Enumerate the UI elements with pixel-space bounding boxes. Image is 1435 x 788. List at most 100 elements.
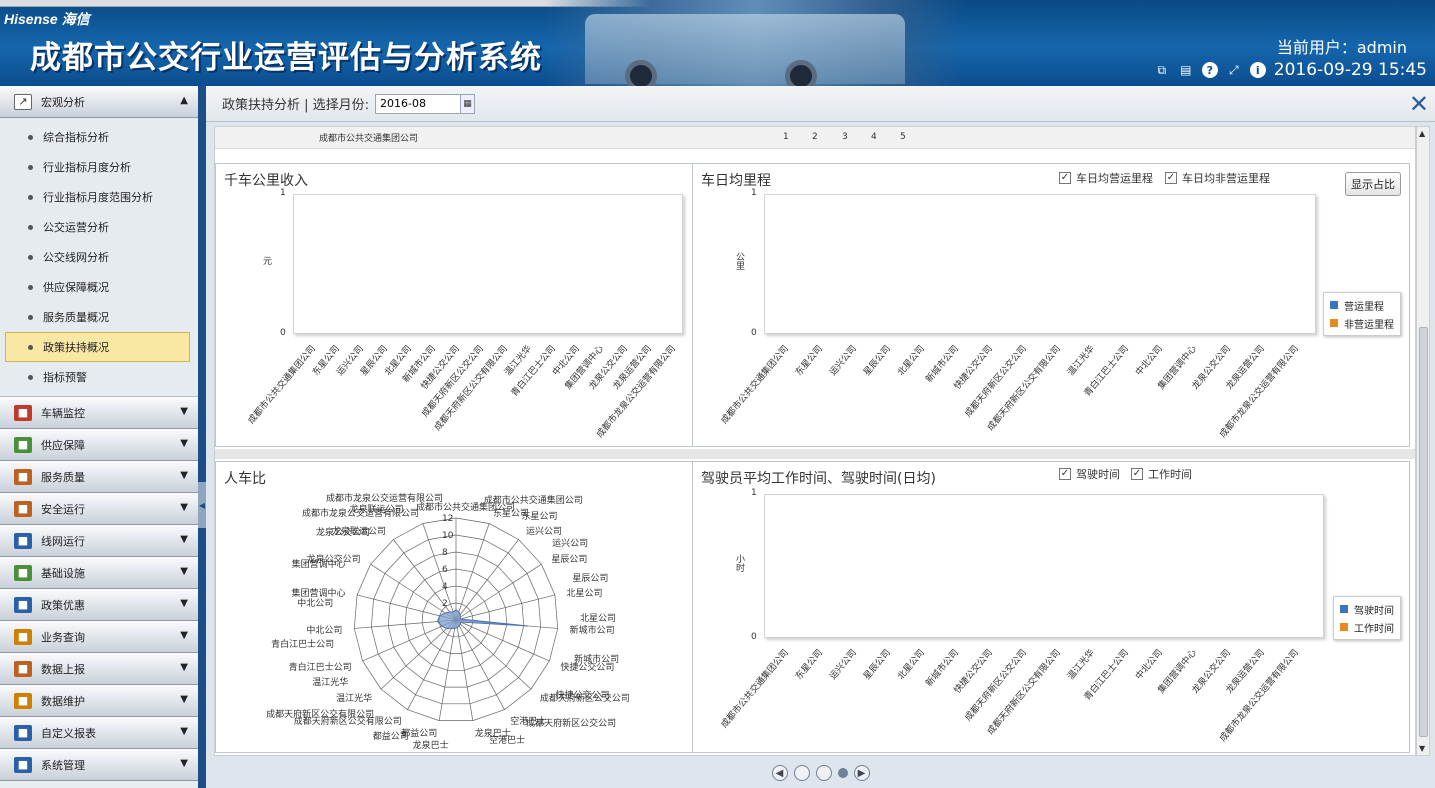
radar-axis-label: 北星公司 — [566, 589, 603, 599]
bullet-icon — [28, 374, 33, 380]
fullscreen-icon[interactable]: ⤢ — [1226, 62, 1242, 78]
sidebar-section[interactable]: ■ 政策优惠 ▼ — [0, 589, 198, 621]
main-content: 政策扶持分析 | 选择月份: ▦ ✕ 成都市公共交通集团公司 1 2 3 4 5… — [206, 86, 1435, 788]
radar-axis-label: 快捷公交公司 — [560, 662, 615, 673]
legend-label: 非营运里程 — [1344, 319, 1394, 331]
next-page-icon[interactable]: ▶ — [853, 765, 870, 781]
checkbox-label: 车日均营运里程 — [1076, 172, 1153, 185]
radar-ring-label: 12 — [442, 514, 453, 524]
chevron-down-icon: ▼ — [180, 694, 188, 705]
section-icon: ■ — [14, 596, 32, 613]
sidebar-item[interactable]: 综合指标分析 — [0, 122, 198, 152]
section-icon: ■ — [14, 724, 32, 741]
radar-axis-label: 星辰公司 — [572, 574, 609, 585]
radar-axis-label: 成都市公共交通集团公司 — [483, 496, 583, 507]
chevron-down-icon: ▼ — [180, 438, 188, 449]
radar-ring-label: 2 — [442, 599, 448, 609]
scroll-up-icon[interactable]: ▲ — [1419, 129, 1425, 138]
strip-label: 成都市公共交通集团公司 — [319, 134, 419, 144]
y-axis-label: 小时 — [734, 554, 744, 572]
sidebar-section[interactable]: ■ 安全运行 ▼ — [0, 493, 198, 525]
sidebar-section[interactable]: ■ 数据维护 ▼ — [0, 685, 198, 717]
radar-axis-label: 新城市公司 — [569, 626, 615, 637]
section-label: 线网运行 — [41, 534, 85, 548]
previous-chart-strip: 成都市公共交通集团公司 1 2 3 4 5 — [215, 127, 1415, 149]
sidebar-section[interactable]: ■ 车辆监控 ▼ — [0, 397, 198, 429]
scroll-thumb[interactable] — [1419, 327, 1428, 737]
sidebar-item[interactable]: 公交线网分析 — [0, 242, 198, 272]
driving-time-checkbox[interactable]: ✓ 驾驶时间 — [1059, 466, 1120, 482]
bullet-icon — [28, 194, 33, 200]
bullet-icon — [28, 314, 33, 320]
sidebar-section-macro[interactable]: ↗ 宏观分析 ▲ — [0, 86, 198, 118]
hours-plot-area — [764, 494, 1324, 638]
y-tick: 0 — [751, 632, 757, 642]
chevron-down-icon: ▼ — [180, 566, 188, 577]
prev-page-icon[interactable]: ◀ — [771, 765, 788, 781]
section-icon: ■ — [14, 756, 32, 773]
close-icon[interactable]: ✕ — [1409, 92, 1429, 116]
sidebar-section[interactable]: ■ 系统管理 ▼ — [0, 749, 198, 781]
radar-spoke — [455, 619, 550, 662]
sidebar-item-active[interactable]: 政策扶持概况 — [5, 332, 190, 362]
sidebar: ↗ 宏观分析 ▲ 综合指标分析 行业指标月度分析 行业指标月度范围分析 公交运营… — [0, 86, 198, 788]
bullet-icon — [28, 344, 33, 350]
chart-icon: ↗ — [14, 93, 32, 110]
window-icon[interactable]: ▤ — [1178, 62, 1194, 78]
sidebar-item[interactable]: 行业指标月度范围分析 — [0, 182, 198, 212]
work-time-checkbox[interactable]: ✓ 工作时间 — [1131, 466, 1192, 482]
operating-mileage-checkbox[interactable]: ✓ 车日均营运里程 — [1059, 170, 1153, 186]
radar-axis-label: 集团营调中心 — [291, 589, 346, 599]
chevron-down-icon: ▼ — [180, 758, 188, 769]
breadcrumb: 政策扶持分析 | 选择月份: — [222, 98, 370, 113]
month-input[interactable] — [375, 93, 462, 114]
page-dot[interactable] — [793, 765, 810, 781]
sidebar-section[interactable]: ■ 自定义报表 ▼ — [0, 717, 198, 749]
item-label: 公交运营分析 — [43, 221, 109, 234]
datetime: 2016-09-29 15:45 — [1273, 60, 1427, 80]
mileage-plot-area — [764, 194, 1316, 334]
sidebar-section[interactable]: ■ 业务查询 ▼ — [0, 621, 198, 653]
sidebar-item[interactable]: 服务质量概况 — [0, 302, 198, 332]
sidebar-section[interactable]: ■ 线网运行 ▼ — [0, 525, 198, 557]
section-label: 政策优惠 — [41, 598, 85, 612]
calendar-icon[interactable]: ▦ — [461, 93, 476, 114]
radar-axis-label: 北星公司 — [579, 614, 616, 625]
legend-label: 工作时间 — [1354, 623, 1394, 635]
sidebar-section[interactable]: ■ 服务质量 ▼ — [0, 461, 198, 493]
radar-axis-label: 青白江巴士公司 — [271, 640, 335, 651]
vertical-scrollbar[interactable]: ▲ ▼ — [1416, 126, 1430, 756]
panel-title: 千车公里收入 — [224, 173, 308, 189]
sidebar-section[interactable]: ■ 数据上报 ▼ — [0, 653, 198, 685]
radar-axis-label: 成都天府新区公交有限公司 — [266, 710, 375, 721]
bullet-icon — [28, 284, 33, 290]
nonoperating-mileage-checkbox[interactable]: ✓ 车日均非营运里程 — [1165, 170, 1270, 186]
page-dot-active[interactable] — [837, 768, 848, 778]
chevron-down-icon: ▼ — [180, 630, 188, 641]
radar-ring-label: 10 — [442, 531, 454, 541]
sidebar-section[interactable]: ■ 供应保障 ▼ — [0, 429, 198, 461]
checkbox-checked-icon: ✓ — [1059, 172, 1071, 184]
sidebar-section[interactable]: ■ 基础设施 ▼ — [0, 557, 198, 589]
page-dot[interactable] — [815, 765, 832, 781]
sidebar-splitter[interactable]: ◀ — [198, 86, 206, 788]
scroll-down-icon[interactable]: ▼ — [1419, 744, 1425, 753]
income-plot-area — [293, 194, 683, 334]
help-icon[interactable]: ? — [1201, 62, 1218, 78]
sidebar-item[interactable]: 公交运营分析 — [0, 212, 198, 242]
legend-swatch — [1330, 319, 1338, 327]
legend-label: 营运里程 — [1344, 301, 1384, 313]
radar-spoke — [455, 619, 532, 690]
info-icon[interactable]: i — [1249, 62, 1266, 78]
sidebar-submenu: 综合指标分析 行业指标月度分析 行业指标月度范围分析 公交运营分析 公交线网分析… — [0, 118, 198, 397]
sidebar-item[interactable]: 供应保障概况 — [0, 272, 198, 302]
sidebar-item[interactable]: 指标预警 — [0, 362, 198, 392]
item-label: 供应保障概况 — [43, 281, 109, 294]
legend-swatch — [1340, 605, 1348, 613]
radar-axis-label: 东星公司 — [521, 511, 558, 522]
collapse-arrow-icon[interactable]: ◀ — [198, 482, 206, 528]
sidebar-item[interactable]: 行业指标月度分析 — [0, 152, 198, 182]
show-ratio-button[interactable]: 显示占比 — [1345, 172, 1401, 196]
crop-icon[interactable]: ⧉ — [1154, 62, 1170, 78]
header-bus-photo — [545, 0, 965, 86]
